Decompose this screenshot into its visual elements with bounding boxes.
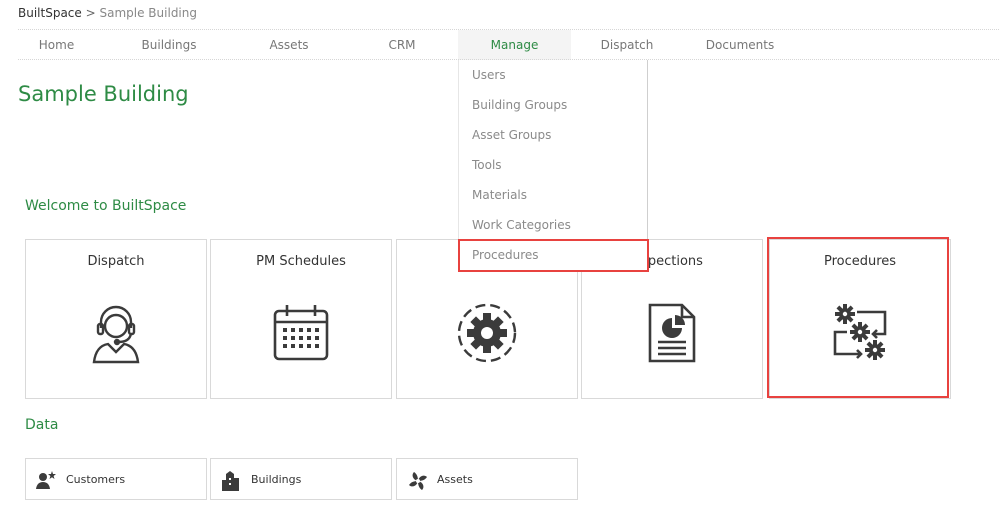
tile-procedures[interactable]: Procedures [769, 239, 951, 399]
welcome-section-title: Welcome to BuiltSpace [25, 198, 187, 214]
nav-dispatch[interactable]: Dispatch [590, 30, 664, 60]
nav-documents[interactable]: Documents [700, 30, 780, 60]
breadcrumb-root[interactable]: BuiltSpace [18, 6, 82, 20]
data-tile-customers[interactable]: Customers [25, 458, 207, 500]
data-tile-assets-label: Assets [437, 473, 473, 486]
menu-item-procedures[interactable]: Procedures [472, 240, 539, 270]
manage-dropdown-menu: Users Building Groups Asset Groups Tools… [458, 60, 648, 270]
data-tile-buildings[interactable]: Buildings [210, 458, 392, 500]
report-document-icon [648, 303, 696, 363]
data-tile-assets[interactable]: Assets [396, 458, 578, 500]
gears-flow-icon [833, 304, 887, 360]
breadcrumb: BuiltSpace > Sample Building [18, 6, 197, 20]
breadcrumb-separator: > [85, 6, 96, 20]
menu-item-tools[interactable]: Tools [472, 150, 502, 180]
data-tile-customers-label: Customers [66, 473, 126, 486]
nav-assets[interactable]: Assets [252, 30, 326, 60]
tile-pm-schedules-label: PM Schedules [256, 254, 346, 269]
menu-item-materials[interactable]: Materials [472, 180, 527, 210]
tile-pm-schedules[interactable]: PM Schedules [210, 239, 392, 399]
tile-dispatch-label: Dispatch [87, 254, 145, 269]
headset-icon [92, 305, 140, 364]
menu-item-asset-groups[interactable]: Asset Groups [472, 120, 551, 150]
menu-item-building-groups[interactable]: Building Groups [472, 90, 567, 120]
nav-buildings[interactable]: Buildings [130, 30, 208, 60]
menu-item-users[interactable]: Users [472, 60, 506, 90]
nav-crm[interactable]: CRM [370, 30, 434, 60]
customers-icon [36, 471, 56, 489]
data-section-title: Data [25, 417, 59, 433]
calendar-icon [273, 305, 329, 361]
breadcrumb-current: Sample Building [99, 6, 198, 20]
main-nav: Home Buildings Assets CRM Manage Dispatc… [0, 30, 999, 60]
fan-icon [409, 472, 427, 490]
data-tile-buildings-label: Buildings [251, 473, 302, 486]
tile-procedures-label: Procedures [823, 254, 897, 269]
menu-item-work-categories[interactable]: Work Categories [472, 210, 571, 240]
nav-manage[interactable]: Manage [458, 30, 571, 60]
tile-dispatch[interactable]: Dispatch [25, 239, 207, 399]
page-title: Sample Building [18, 82, 189, 106]
nav-home[interactable]: Home [18, 30, 95, 60]
gear-icon [457, 303, 517, 363]
buildings-icon [222, 471, 239, 491]
